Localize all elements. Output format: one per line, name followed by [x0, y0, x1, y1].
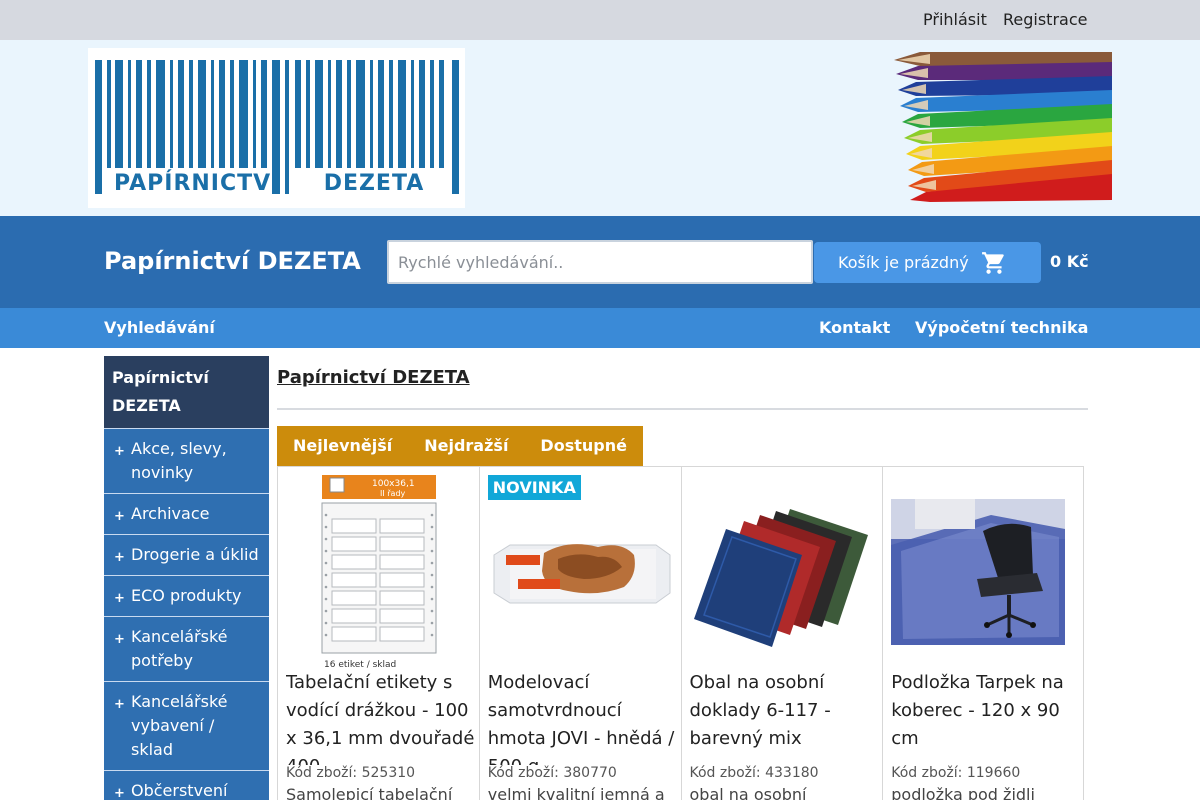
plus-icon: + [114, 550, 125, 565]
divider [277, 408, 1088, 410]
plus-icon: + [114, 697, 125, 712]
cart-button[interactable]: Košík je prázdný [814, 242, 1041, 283]
product-description: obal na osobní [689, 785, 807, 800]
product-code: Kód zboží: 525310 [286, 765, 416, 781]
login-link[interactable]: Přihlásit [923, 10, 987, 29]
product-image-document-covers[interactable] [690, 475, 875, 671]
product-name[interactable]: Modelovací samotvrdnoucí hmota JOVI - hn… [488, 669, 678, 765]
nav-bar: Vyhledávání Kontakt Výpočetní technika [0, 308, 1200, 348]
header-bar: Papírnictví DEZETA Košík je prázdný 0 Kč [0, 216, 1200, 308]
sidebar-item-label: Občerstvení [131, 781, 228, 800]
tab-available[interactable]: Dostupné [524, 426, 643, 466]
plus-icon: + [114, 786, 125, 800]
product-description: velmi kvalitní jemná a [487, 785, 665, 800]
colored-pencils-image [894, 52, 1112, 202]
product-image-clay[interactable] [488, 475, 673, 671]
shopping-cart-icon [981, 251, 1004, 274]
sidebar-item-label: Drogerie a úklid [131, 545, 259, 564]
plus-icon: + [114, 591, 125, 606]
nav-computing-link[interactable]: Výpočetní technika [915, 318, 1088, 337]
sort-tabs: Nejlevnější Nejdražší Dostupné [277, 426, 643, 466]
breadcrumb[interactable]: Papírnictví DEZETA [277, 367, 470, 388]
sidebar-item-label: Kancelářské vybavení / sklad [131, 692, 228, 759]
sidebar-item-akce[interactable]: + Akce, slevy, novinky [104, 428, 269, 493]
sidebar-item-archivace[interactable]: + Archivace [104, 493, 269, 534]
search-input[interactable] [387, 240, 813, 284]
product-code: Kód zboží: 433180 [689, 765, 819, 781]
image-label-size: 100x36,1 [372, 479, 415, 489]
logo-word-1: PAPÍRNICTVÍ [114, 171, 281, 196]
nav-search-link[interactable]: Vyhledávání [104, 318, 215, 337]
product-description: Samolepicí tabelační [286, 785, 453, 800]
sidebar-item-kancelarske-vybaveni[interactable]: + Kancelářské vybavení / sklad [104, 681, 269, 770]
image-label-rows: II řady [380, 489, 406, 498]
plus-icon: + [114, 632, 125, 647]
sidebar-item-kancelarske-potreby[interactable]: + Kancelářské potřeby [104, 616, 269, 681]
product-name[interactable]: Tabelační etikety s vodící drážkou - 100… [286, 669, 476, 765]
logo-word-2: DEZETA [323, 171, 425, 196]
register-link[interactable]: Registrace [1003, 10, 1087, 29]
product-image-chair-mat[interactable] [891, 475, 1076, 671]
plus-icon: + [114, 444, 125, 459]
tab-cheapest[interactable]: Nejlevnější [277, 426, 408, 466]
sidebar-item-drogerie[interactable]: + Drogerie a úklid [104, 534, 269, 575]
product-image-labels[interactable]: 100x36,1 II řady 16 etiket / sklad [286, 475, 471, 671]
sidebar-item-label: ECO produkty [131, 586, 242, 605]
product-grid: 100x36,1 II řady 16 etiket / sklad Tabel… [277, 466, 1084, 800]
site-title[interactable]: Papírnictví DEZETA [104, 247, 361, 275]
cart-label: Košík je prázdný [838, 253, 969, 272]
nav-contact-link[interactable]: Kontakt [819, 318, 890, 337]
banner: PAPÍRNICTVÍ DEZETA [0, 40, 1200, 216]
product-code: Kód zboží: 380770 [487, 765, 617, 781]
top-bar: Přihlásit Registrace [0, 0, 1200, 40]
product-card[interactable]: Obal na osobní doklady 6-117 - barevný m… [680, 467, 883, 800]
sidebar-item-label: Kancelářské potřeby [131, 627, 228, 670]
product-code: Kód zboží: 119660 [891, 765, 1021, 781]
tab-most-expensive[interactable]: Nejdražší [408, 426, 524, 466]
plus-icon: + [114, 509, 125, 524]
cart-total: 0 Kč [1050, 252, 1089, 271]
sidebar-item-obcerstveni[interactable]: + Občerstvení [104, 770, 269, 800]
product-card[interactable]: 100x36,1 II řady 16 etiket / sklad Tabel… [277, 467, 479, 800]
product-card[interactable]: NOVINKA Modelovací samotvrdnoucí hmota J… [478, 467, 681, 800]
logo[interactable]: PAPÍRNICTVÍ DEZETA [88, 48, 465, 208]
logo-text: PAPÍRNICTVÍ DEZETA [114, 171, 424, 196]
sidebar-item-label: Akce, slevy, novinky [131, 439, 227, 482]
sidebar-title[interactable]: Papírnictví DEZETA [104, 356, 269, 428]
product-name[interactable]: Podložka Tarpek na koberec - 120 x 90 cm [891, 669, 1081, 765]
sidebar-item-label: Archivace [131, 504, 210, 523]
product-name[interactable]: Obal na osobní doklady 6-117 - barevný m… [690, 669, 880, 765]
new-badge: NOVINKA [487, 475, 581, 500]
sidebar-item-eco[interactable]: + ECO produkty [104, 575, 269, 616]
product-card[interactable]: Podložka Tarpek na koberec - 120 x 90 cm… [882, 467, 1084, 800]
category-sidebar: Papírnictví DEZETA + Akce, slevy, novinky… [104, 356, 269, 800]
product-description: podložka pod židli [891, 785, 1035, 800]
